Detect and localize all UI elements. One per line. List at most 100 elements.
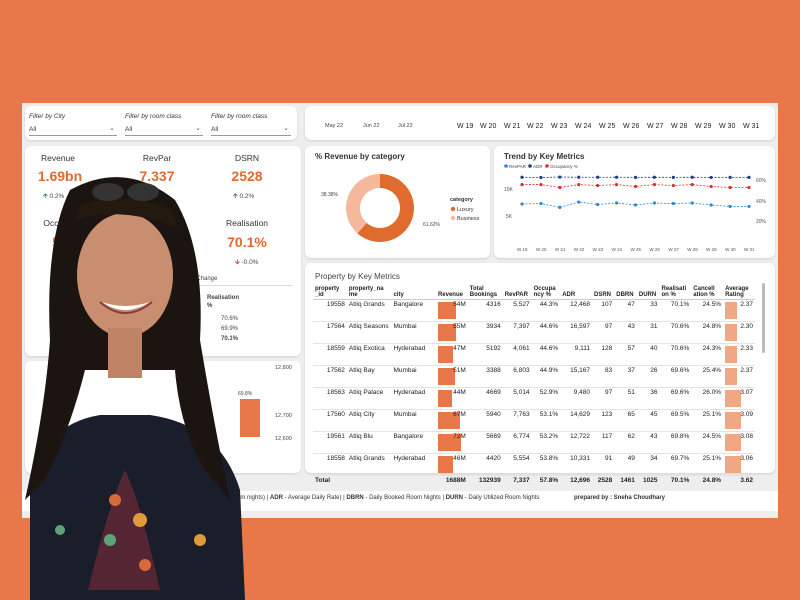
trend-point[interactable] — [539, 175, 543, 180]
table-cell-revpar: 6,803 — [502, 365, 532, 388]
trend-point[interactable] — [596, 183, 600, 188]
table-cell-rating: 3.09 — [723, 409, 755, 432]
trend-point[interactable] — [520, 182, 524, 187]
column-header[interactable]: RevPAR — [502, 285, 532, 300]
trend-point[interactable] — [539, 201, 543, 206]
trend-point[interactable] — [671, 183, 675, 188]
trend-point[interactable] — [596, 202, 600, 207]
trend-point[interactable] — [652, 201, 657, 205]
table-row[interactable]: 17560 Atliq City Mumbai 67M 5940 7,763 53.1% 14… — [313, 409, 755, 432]
trend-point[interactable] — [709, 175, 713, 180]
column-header[interactable]: property_na me — [346, 285, 392, 300]
table-row[interactable]: 18563 Atliq Palace Hyderabad 44M 4669 5,014 52… — [313, 387, 755, 410]
week-chip[interactable]: W 28 — [671, 123, 687, 130]
table-cell-dsrn: 117 — [591, 431, 615, 454]
trend-point[interactable] — [690, 175, 694, 179]
table-cell-city: Mumbai — [391, 409, 436, 432]
week-chip[interactable]: W 31 — [743, 123, 759, 130]
week-chip[interactable]: W 23 — [551, 123, 567, 130]
trend-point[interactable] — [747, 175, 751, 179]
trend-point[interactable] — [577, 175, 581, 179]
credit-text: prepared by : Sneha Choudhary — [574, 495, 665, 501]
trend-point[interactable] — [633, 175, 638, 179]
table-cell-rating: 3.06 — [723, 453, 755, 476]
month-label[interactable]: May 22 — [325, 123, 343, 129]
week-chip[interactable]: W 19 — [457, 123, 473, 130]
trend-point[interactable] — [709, 203, 713, 207]
table-row[interactable]: 17562 Atliq Bay Mumbai 51M 3388 6,803 44.9% 15,… — [313, 365, 755, 388]
column-header[interactable]: DURN — [636, 285, 660, 300]
room-class-filter-2[interactable]: Filter by room class All ⌄ — [211, 110, 293, 136]
trend-point[interactable] — [709, 184, 713, 189]
table-cell-city: Hyderabad — [391, 453, 436, 476]
column-header[interactable]: Occupa ncy % — [531, 285, 561, 300]
donut-slice-business[interactable] — [346, 174, 380, 234]
table-row[interactable]: 18559 Atliq Exotica Hyderabad 47M 5192 4,061 4… — [313, 343, 755, 366]
column-header[interactable]: Realisati on % — [659, 285, 692, 300]
trend-point[interactable] — [633, 184, 638, 189]
room-class-filter-label: Filter by room class — [211, 113, 268, 120]
trend-point[interactable] — [690, 201, 694, 205]
trend-point[interactable] — [558, 205, 562, 209]
column-header[interactable]: Revenue — [435, 285, 468, 300]
table-scrollbar[interactable] — [762, 283, 765, 353]
trend-point[interactable] — [747, 204, 751, 209]
trend-point[interactable] — [671, 201, 675, 206]
table-cell-cancel: 24.8% — [691, 321, 724, 344]
chevron-down-icon[interactable]: ⌄ — [109, 124, 115, 132]
month-label[interactable]: Jun 22 — [363, 123, 380, 129]
trend-point[interactable] — [577, 200, 581, 204]
trend-point[interactable] — [520, 202, 524, 206]
trend-point[interactable] — [728, 175, 732, 179]
column-header[interactable]: city — [391, 285, 436, 300]
legend-label-adr: ADR — [533, 164, 543, 169]
chevron-down-icon[interactable]: ⌄ — [283, 124, 289, 132]
column-header[interactable]: property _id — [313, 285, 347, 300]
trend-point[interactable] — [633, 203, 638, 207]
trend-point[interactable] — [614, 201, 619, 205]
trend-point[interactable] — [614, 175, 619, 179]
trend-point[interactable] — [596, 175, 600, 179]
week-chip[interactable]: W 29 — [695, 123, 711, 130]
chevron-down-icon[interactable]: ⌄ — [195, 124, 201, 132]
table-row[interactable]: 17564 Atliq Seasons Mumbai 55M 3934 7,397 44.6… — [313, 321, 755, 344]
column-header[interactable]: DSRN — [591, 285, 615, 300]
mini-chart-tick: 12,600 — [275, 436, 292, 442]
trend-point[interactable] — [558, 175, 562, 179]
city-filter[interactable]: Filter by City All ⌄ — [29, 110, 119, 136]
table-row[interactable]: 19561 Atliq Blu Bangalore 72M 5669 6,774 53.2%… — [313, 431, 755, 454]
table-row[interactable]: 18558 Atliq Grands Hyderabad 46M 4420 5,554 53… — [313, 453, 755, 476]
table-cell-real: 69.8% — [659, 431, 692, 454]
trend-point[interactable] — [577, 182, 581, 187]
trend-point[interactable] — [671, 175, 675, 179]
trend-point[interactable] — [520, 175, 524, 179]
column-header[interactable]: Cancell ation % — [691, 285, 724, 300]
month-label[interactable]: Jul 22 — [398, 123, 413, 129]
trend-point[interactable] — [728, 185, 732, 190]
total-cell — [346, 475, 392, 488]
week-chip[interactable]: W 20 — [480, 123, 496, 130]
table-row[interactable]: 19558 Atliq Grands Bangalore 54M 4316 5,527 44… — [313, 299, 755, 322]
column-header[interactable]: Average Rating — [723, 285, 755, 300]
week-chip[interactable]: W 30 — [719, 123, 735, 130]
trend-point[interactable] — [614, 182, 619, 187]
trend-point[interactable] — [690, 182, 694, 187]
trend-point[interactable] — [652, 182, 657, 187]
week-chip[interactable]: W 21 — [504, 123, 520, 130]
column-header[interactable]: ADR — [560, 285, 592, 300]
week-chip[interactable]: W 22 — [527, 123, 543, 130]
week-chip[interactable]: W 24 — [575, 123, 591, 130]
week-chip[interactable]: W 26 — [623, 123, 639, 130]
trend-point[interactable] — [728, 204, 732, 209]
table-cell-revenue: 44M — [435, 387, 468, 410]
column-header[interactable]: DBRN — [614, 285, 637, 300]
room-class-filter[interactable]: Filter by room class All ⌄ — [125, 110, 205, 136]
table-cell-bookings: 5940 — [467, 409, 503, 432]
trend-point[interactable] — [539, 182, 543, 187]
week-chip[interactable]: W 27 — [647, 123, 663, 130]
trend-point[interactable] — [747, 185, 751, 190]
column-header[interactable]: Total Bookings — [467, 285, 503, 300]
week-chip[interactable]: W 25 — [599, 123, 615, 130]
trend-point[interactable] — [558, 185, 562, 190]
trend-point[interactable] — [652, 175, 657, 179]
